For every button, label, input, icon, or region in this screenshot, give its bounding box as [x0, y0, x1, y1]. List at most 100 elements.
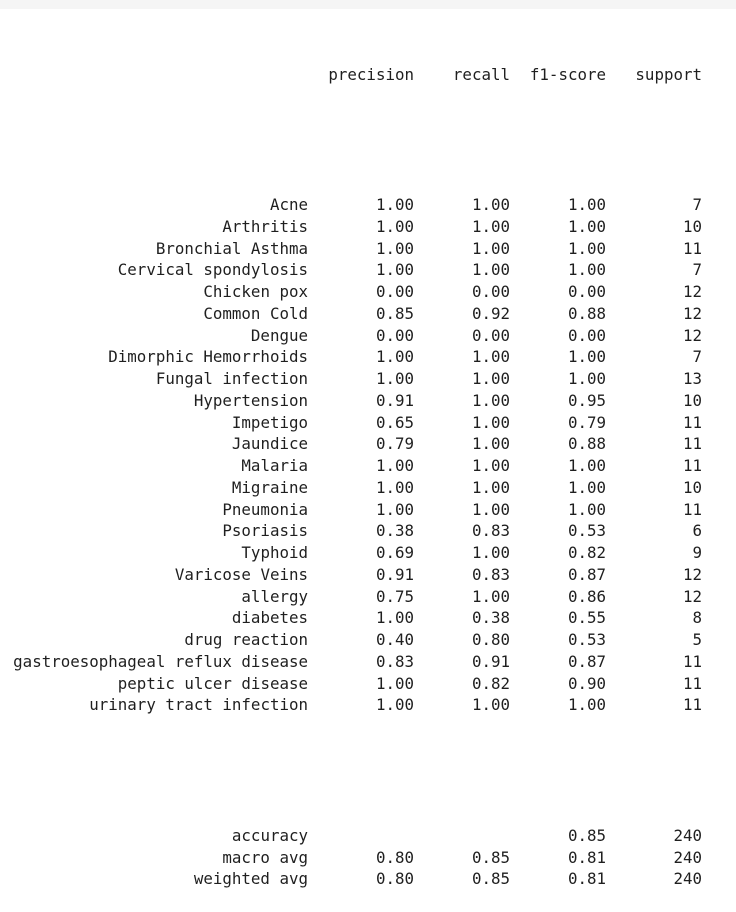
- precision-value: 1.00: [375, 195, 414, 214]
- table-row: Cervical spondylosis 1.00 1.00 1.00 7: [0, 259, 736, 281]
- support-value: 13: [682, 369, 702, 388]
- support-value: 11: [682, 695, 702, 715]
- precision-value: 1.00: [375, 260, 414, 280]
- class-label: Fungal infection: [155, 369, 308, 388]
- f1-score-value: 1.00: [567, 195, 606, 214]
- class-label: allergy: [241, 586, 308, 606]
- support-value: 11: [682, 651, 702, 671]
- support-value: 6: [692, 521, 702, 541]
- support-value: 240: [673, 825, 702, 845]
- recall-value: 1.00: [471, 216, 510, 236]
- class-label: diabetes: [231, 608, 308, 628]
- f1-score-value: 0.00: [567, 325, 606, 345]
- f1-score-value: 0.00: [567, 282, 606, 301]
- support-value: 10: [682, 477, 702, 497]
- f1-score-value: 1.00: [567, 695, 606, 715]
- precision-value: 0.69: [375, 543, 414, 562]
- support-value: 240: [673, 869, 702, 889]
- class-label: peptic ulcer disease: [117, 673, 308, 693]
- table-row: Pneumonia 1.00 1.00 1.00 11: [0, 499, 736, 521]
- support-value: 8: [692, 608, 702, 628]
- recall-header: recall: [452, 64, 510, 84]
- f1-score-value: 0.87: [567, 564, 606, 584]
- class-label: drug reaction: [184, 630, 308, 649]
- class-label: weighted avg: [193, 869, 308, 889]
- class-label: Acne: [269, 195, 308, 214]
- recall-value: 1.00: [471, 412, 510, 432]
- precision-value: 1.00: [375, 216, 414, 236]
- precision-value: 1.00: [375, 477, 414, 497]
- precision-header: precision: [328, 64, 414, 84]
- table-row: Impetigo 0.65 1.00 0.79 11: [0, 412, 736, 434]
- support-value: 12: [682, 282, 702, 301]
- summary-row: macro avg 0.80 0.85 0.81 240: [0, 847, 736, 869]
- class-label: Typhoid: [241, 543, 308, 562]
- table-row: gastroesophageal reflux disease 0.83 0.91 0…: [0, 651, 736, 673]
- recall-value: 1.00: [471, 477, 510, 497]
- recall-value: 1.00: [471, 195, 510, 214]
- precision-value: 0.80: [375, 869, 414, 889]
- table-row: Psoriasis 0.38 0.83 0.53 6: [0, 520, 736, 542]
- f1-score-value: 0.53: [567, 630, 606, 649]
- precision-value: 1.00: [375, 499, 414, 519]
- class-label: Impetigo: [231, 412, 308, 432]
- support-value: 240: [673, 847, 702, 867]
- f1-score-value: 0.86: [567, 586, 606, 606]
- table-row: Chicken pox 0.00 0.00 0.00 12: [0, 281, 736, 303]
- f1-score-value: 0.87: [567, 651, 606, 671]
- support-value: 12: [682, 303, 702, 323]
- f1-score-value: 0.55: [567, 608, 606, 628]
- precision-value: 1.00: [375, 608, 414, 628]
- f1-score-value: 0.81: [567, 847, 606, 867]
- support-value: 5: [692, 630, 702, 649]
- class-label: Dimorphic Hemorrhoids: [108, 347, 308, 367]
- recall-value: 0.85: [471, 847, 510, 867]
- f1-score-value: 1.00: [567, 499, 606, 519]
- class-label: Jaundice: [231, 434, 308, 454]
- support-value: 10: [682, 390, 702, 410]
- recall-value: 1.00: [471, 369, 510, 388]
- support-value: 12: [682, 325, 702, 345]
- recall-value: 0.82: [471, 673, 510, 693]
- precision-value: 1.00: [375, 238, 414, 258]
- class-label: Cervical spondylosis: [117, 260, 308, 280]
- precision-value: 0.91: [375, 564, 414, 584]
- precision-value: 1.00: [375, 347, 414, 367]
- f1-score-value: 1.00: [567, 238, 606, 258]
- table-row: Dengue 0.00 0.00 0.00 12: [0, 325, 736, 347]
- class-label: Varicose Veins: [174, 564, 308, 584]
- table-row: Acne 1.00 1.00 1.00 7: [0, 194, 736, 216]
- recall-value: 1.00: [471, 586, 510, 606]
- recall-value: 0.38: [471, 608, 510, 628]
- classification-report: precision recall f1-score support Acne 1.…: [0, 20, 736, 912]
- class-label: Bronchial Asthma: [155, 238, 308, 258]
- recall-value: 0.80: [471, 630, 510, 649]
- table-row: Hypertension 0.91 1.00 0.95 10: [0, 390, 736, 412]
- output-top-border: [0, 0, 736, 9]
- header-row: precision recall f1-score support: [0, 64, 736, 86]
- f1-score-value: 1.00: [567, 369, 606, 388]
- table-row: Malaria 1.00 1.00 1.00 11: [0, 455, 736, 477]
- precision-value: 0.80: [375, 847, 414, 867]
- class-label: Psoriasis: [222, 521, 308, 541]
- table-row: diabetes 1.00 0.38 0.55 8: [0, 607, 736, 629]
- precision-value: 0.85: [375, 303, 414, 323]
- precision-value: 0.75: [375, 586, 414, 606]
- support-value: 9: [692, 543, 702, 562]
- class-label: Hypertension: [193, 390, 308, 410]
- precision-value: 0.91: [375, 390, 414, 410]
- recall-value: 1.00: [471, 434, 510, 454]
- f1-score-header: f1-score: [529, 64, 606, 84]
- table-row: Bronchial Asthma 1.00 1.00 1.00 11: [0, 238, 736, 260]
- support-value: 11: [682, 499, 702, 519]
- support-value: 11: [682, 456, 702, 475]
- precision-value: 1.00: [375, 673, 414, 693]
- f1-score-value: 0.53: [567, 521, 606, 541]
- class-label: accuracy: [231, 825, 308, 845]
- class-label: Malaria: [241, 456, 308, 475]
- class-label: Common Cold: [203, 303, 308, 323]
- support-value: 7: [692, 260, 702, 280]
- class-label: Pneumonia: [222, 499, 308, 519]
- precision-value: 0.00: [375, 325, 414, 345]
- class-label: Chicken pox: [203, 282, 308, 301]
